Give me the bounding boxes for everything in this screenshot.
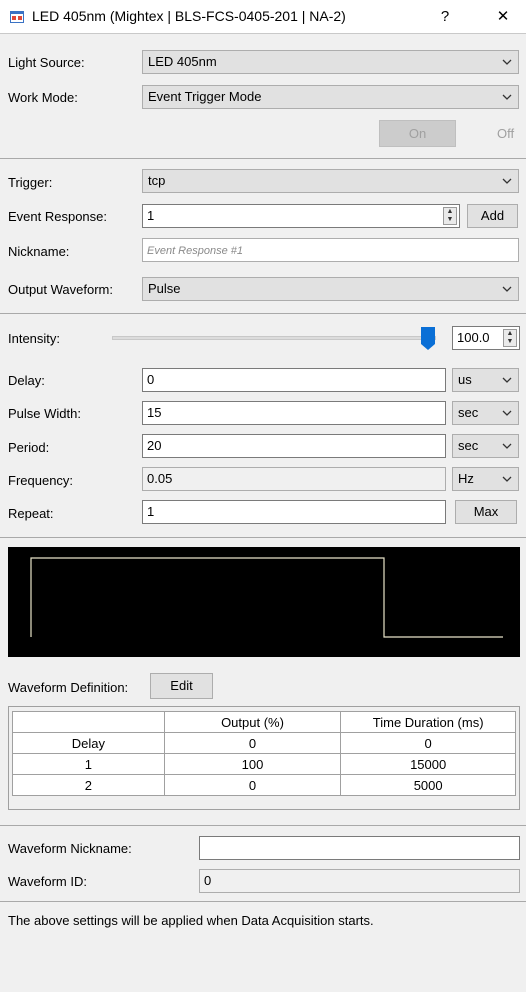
table-header-cell: Time Duration (ms) xyxy=(340,711,516,733)
title-bar: LED 405nm (Mightex | BLS-FCS-0405-201 | … xyxy=(0,0,526,34)
table-cell[interactable]: 100 xyxy=(163,753,342,775)
trigger-label: Trigger: xyxy=(8,175,53,190)
off-label[interactable]: Off xyxy=(497,126,514,141)
frequency-label: Frequency: xyxy=(8,473,74,488)
waveform-preview xyxy=(8,547,520,657)
table-cell[interactable]: 2 xyxy=(12,774,165,796)
period-label: Period: xyxy=(8,440,50,455)
footer-note: The above settings will be applied when … xyxy=(8,913,374,928)
output-waveform-value: Pulse xyxy=(148,281,181,296)
chevron-down-icon xyxy=(502,410,512,416)
chevron-down-icon xyxy=(502,94,512,100)
waveform-table-frame: Output (%) Time Duration (ms) Delay 0 0 1 100 1… xyxy=(8,706,520,810)
delay-unit-value: us xyxy=(458,372,472,387)
separator xyxy=(0,825,526,826)
chevron-down-icon xyxy=(502,476,512,482)
event-response-value: 1 xyxy=(147,208,155,223)
light-source-select[interactable]: LED 405nm xyxy=(142,50,519,74)
period-unit-value: sec xyxy=(458,438,479,453)
table-cell[interactable]: 1 xyxy=(12,753,165,775)
waveform-id-label: Waveform ID: xyxy=(8,874,87,889)
frequency-field: 0.05 xyxy=(142,467,446,491)
chevron-down-icon xyxy=(502,286,512,292)
table-header-row: Output (%) Time Duration (ms) xyxy=(12,711,516,733)
output-waveform-select[interactable]: Pulse xyxy=(142,277,519,301)
period-input[interactable]: 20 xyxy=(142,434,446,458)
waveform-nickname-input[interactable] xyxy=(199,836,520,860)
waveform-nickname-label: Waveform Nickname: xyxy=(8,841,132,856)
chevron-down-icon xyxy=(502,59,512,65)
repeat-input[interactable]: 1 xyxy=(142,500,446,524)
trigger-select[interactable]: tcp xyxy=(142,169,519,193)
table-cell[interactable]: 5000 xyxy=(340,774,516,796)
table-header-cell: Output (%) xyxy=(163,711,342,733)
table-row[interactable]: 2 0 5000 xyxy=(12,774,516,796)
period-unit-select[interactable]: sec xyxy=(452,434,519,458)
app-icon xyxy=(10,11,24,23)
frequency-unit-select[interactable]: Hz xyxy=(452,467,519,491)
separator xyxy=(0,158,526,159)
help-button[interactable]: ? xyxy=(428,4,462,30)
intensity-label: Intensity: xyxy=(8,331,61,346)
work-mode-value: Event Trigger Mode xyxy=(148,89,262,104)
work-mode-select[interactable]: Event Trigger Mode xyxy=(142,85,519,109)
close-button[interactable]: ✕ xyxy=(486,4,520,30)
output-waveform-label: Output Waveform: xyxy=(8,282,113,297)
max-button[interactable]: Max xyxy=(455,500,517,524)
add-button[interactable]: Add xyxy=(467,204,518,228)
nickname-input[interactable]: Event Response #1 xyxy=(142,238,519,262)
event-response-label: Event Response: xyxy=(8,209,108,224)
edit-button[interactable]: Edit xyxy=(150,673,213,699)
table-cell[interactable]: Delay xyxy=(12,732,165,754)
repeat-label: Repeat: xyxy=(8,506,54,521)
nickname-placeholder: Event Response #1 xyxy=(147,245,244,257)
work-mode-label: Work Mode: xyxy=(8,90,78,105)
spin-arrows-icon[interactable]: ▲ ▼ xyxy=(503,329,517,347)
table-row[interactable]: 1 100 15000 xyxy=(12,753,516,775)
window-title: LED 405nm (Mightex | BLS-FCS-0405-201 | … xyxy=(32,8,346,24)
intensity-value: 100.0 xyxy=(457,330,490,345)
trigger-value: tcp xyxy=(148,173,166,188)
light-source-value: LED 405nm xyxy=(148,54,217,69)
waveform-id-field: 0 xyxy=(199,869,520,893)
light-source-label: Light Source: xyxy=(8,55,85,70)
pulse-width-unit-select[interactable]: sec xyxy=(452,401,519,425)
frequency-unit-value: Hz xyxy=(458,471,474,486)
table-cell[interactable]: 0 xyxy=(163,732,342,754)
chevron-down-icon xyxy=(502,178,512,184)
table-cell[interactable]: 0 xyxy=(163,774,342,796)
separator xyxy=(0,901,526,902)
table-cell[interactable]: 15000 xyxy=(340,753,516,775)
delay-unit-select[interactable]: us xyxy=(452,368,519,392)
table-row[interactable]: Delay 0 0 xyxy=(12,732,516,754)
separator xyxy=(0,313,526,314)
pulse-width-unit-value: sec xyxy=(458,405,479,420)
waveform-definition-label: Waveform Definition: xyxy=(8,680,129,695)
delay-label: Delay: xyxy=(8,373,45,388)
waveform-table: Output (%) Time Duration (ms) Delay 0 0 1 100 1… xyxy=(12,711,516,796)
nickname-label: Nickname: xyxy=(8,244,70,259)
delay-input[interactable]: 0 xyxy=(142,368,446,392)
intensity-slider-track[interactable] xyxy=(112,336,436,340)
table-header-cell xyxy=(12,711,165,733)
pulse-width-label: Pulse Width: xyxy=(8,406,81,421)
intensity-slider-thumb[interactable] xyxy=(421,327,435,351)
intensity-spinbox[interactable]: 100.0 ▲ ▼ xyxy=(452,326,520,350)
pulse-width-input[interactable]: 15 xyxy=(142,401,446,425)
event-response-spinbox[interactable]: 1 ▲ ▼ xyxy=(142,204,460,228)
spin-arrows-icon[interactable]: ▲ ▼ xyxy=(443,207,457,225)
separator xyxy=(0,537,526,538)
chevron-down-icon xyxy=(502,443,512,449)
on-button[interactable]: On xyxy=(379,120,456,147)
chevron-down-icon xyxy=(502,377,512,383)
table-cell[interactable]: 0 xyxy=(340,732,516,754)
